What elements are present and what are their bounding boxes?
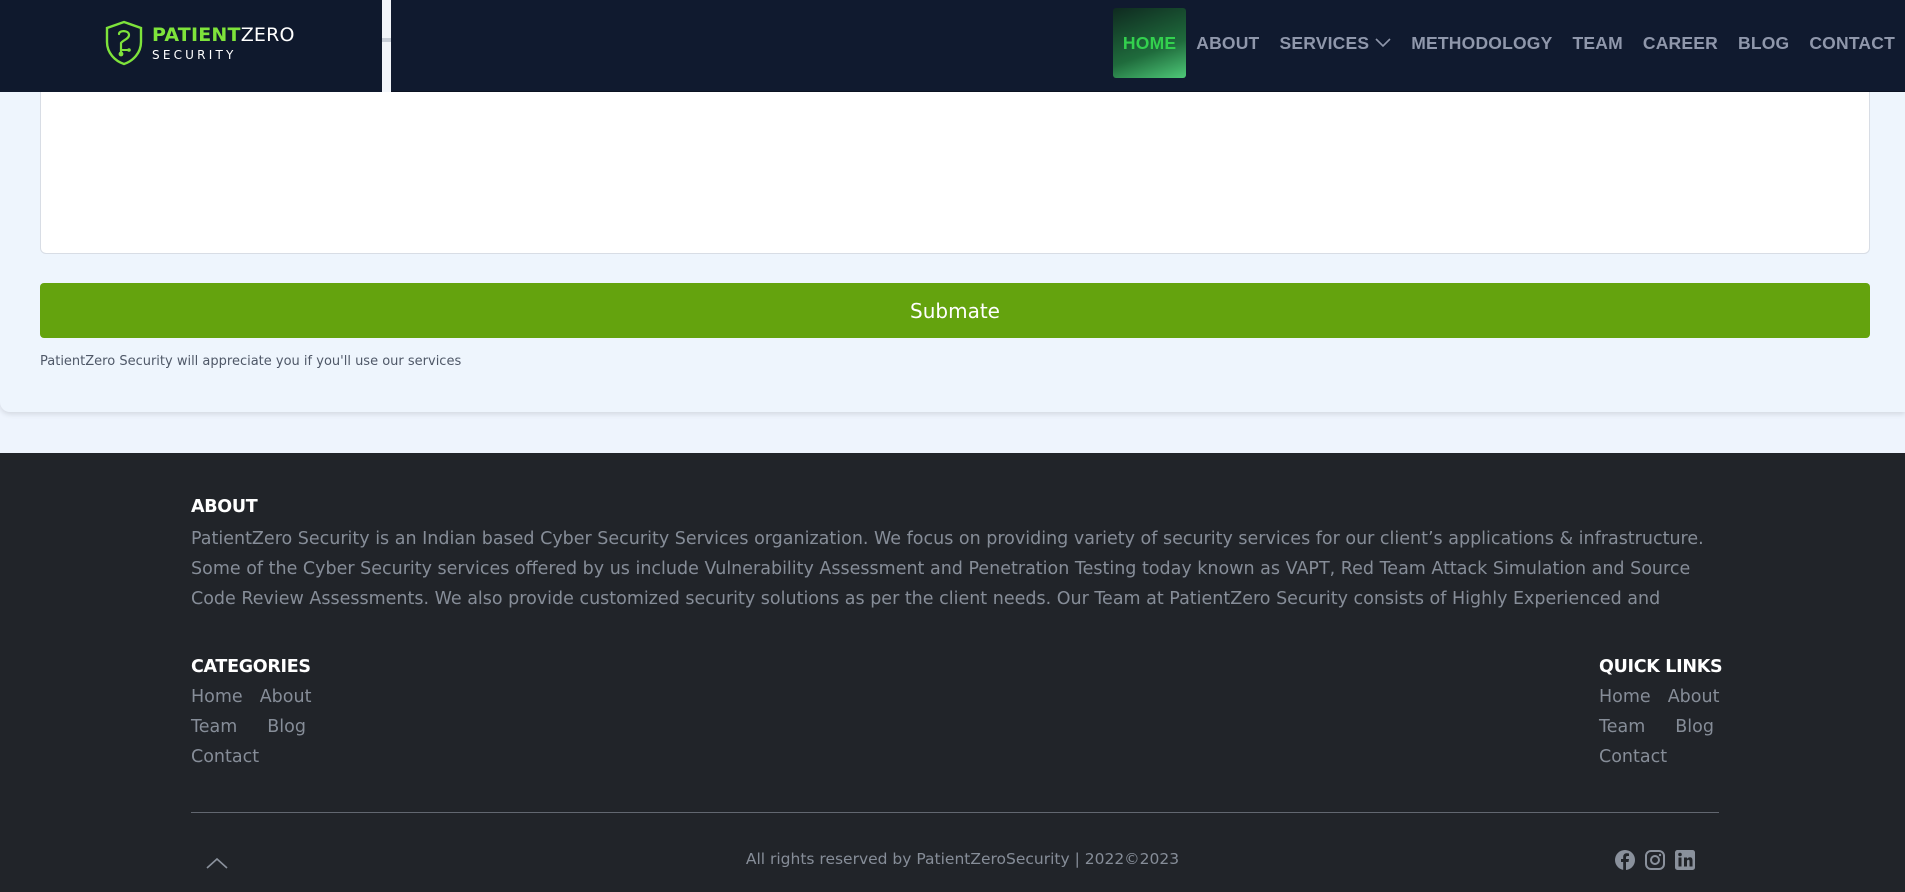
nav-methodology[interactable]: METHODOLOGY (1401, 8, 1562, 78)
nav-blog[interactable]: BLOG (1728, 8, 1799, 78)
categories-heading: CATEGORIES (191, 657, 311, 677)
nav-home[interactable]: HOME (1112, 8, 1187, 78)
message-textarea[interactable] (40, 92, 1870, 254)
site-header: PATIENTZERO SECURITY HOME ABOUT SERVICES… (0, 0, 1905, 92)
linkedin-icon[interactable] (1674, 849, 1696, 871)
about-text: PatientZero Security is an Indian based … (191, 529, 1704, 609)
nav-team[interactable]: TEAM (1562, 8, 1632, 78)
shield-logo-icon (105, 20, 143, 66)
quick-link-home[interactable]: Home (1599, 687, 1651, 707)
about-heading: ABOUT (191, 497, 258, 517)
social-links (1606, 849, 1696, 871)
nav-contact[interactable]: CONTACT (1799, 8, 1905, 78)
category-link-blog[interactable]: Blog (267, 717, 306, 737)
nav-services-label: SERVICES (1279, 32, 1370, 53)
logo-name-part1: PATIENT (152, 23, 241, 46)
contact-form-card: Submate PatientZero Security will apprec… (0, 92, 1905, 412)
quick-link-blog[interactable]: Blog (1675, 717, 1714, 737)
quick-link-contact[interactable]: Contact (1599, 747, 1667, 767)
footer-divider (191, 812, 1719, 813)
header-divider (382, 0, 391, 92)
quick-links: Home About Team Blog Contact (1599, 682, 1719, 772)
categories-links: Home About Team Blog Contact (191, 682, 311, 772)
form-note: PatientZero Security will appreciate you… (40, 354, 462, 369)
site-footer: ABOUT PatientZero Security is an Indian … (0, 453, 1905, 892)
site-logo[interactable]: PATIENTZERO SECURITY (104, 20, 295, 66)
facebook-icon[interactable] (1614, 849, 1636, 871)
chevron-down-icon (1375, 38, 1391, 48)
quick-links-heading: QUICK LINKS (1599, 657, 1723, 677)
nav-about[interactable]: ABOUT (1186, 8, 1269, 78)
category-link-team[interactable]: Team (191, 717, 237, 737)
quick-link-team[interactable]: Team (1599, 717, 1645, 737)
logo-name-part2: ZERO (240, 23, 295, 46)
category-link-contact[interactable]: Contact (191, 747, 259, 767)
copyright-text: All rights reserved by PatientZeroSecuri… (745, 850, 1180, 868)
submit-button[interactable]: Submate (40, 283, 1870, 338)
logo-subtitle: SECURITY (152, 47, 237, 62)
main-nav: HOME ABOUT SERVICES METHODOLOGY TEAM CAR… (1112, 8, 1905, 78)
logo-panel: PATIENTZERO SECURITY (0, 0, 382, 92)
nav-services[interactable]: SERVICES (1269, 8, 1401, 78)
category-link-about[interactable]: About (260, 687, 312, 707)
nav-career[interactable]: CAREER (1633, 8, 1728, 78)
category-link-home[interactable]: Home (191, 687, 243, 707)
instagram-icon[interactable] (1644, 849, 1666, 871)
quick-link-about[interactable]: About (1668, 687, 1720, 707)
